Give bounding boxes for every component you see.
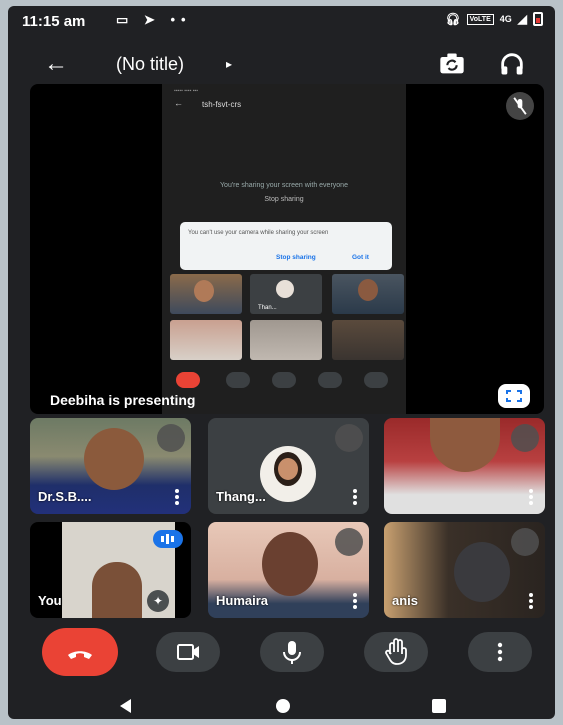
system-icons: 🎧︎ VoLTE 4G ◢ [445, 12, 543, 26]
signal-4g-icon: 4G [499, 14, 512, 24]
more-dots-icon: •• [170, 12, 192, 27]
dialog-got-it: Got it [352, 254, 369, 261]
participant-tile[interactable]: anis [384, 522, 545, 618]
more-options-icon[interactable] [525, 592, 537, 610]
participant-tile-self[interactable]: You ✦ [30, 522, 191, 618]
participant-video [92, 562, 142, 618]
chat-head-icon: ▭ [116, 12, 135, 27]
mirrored-hand [318, 372, 342, 388]
fullscreen-button[interactable] [498, 384, 530, 408]
participant-video [430, 418, 500, 472]
visual-effects-icon[interactable]: ✦ [147, 590, 169, 612]
mic-off-icon [506, 92, 534, 120]
participant-tile[interactable]: Humaira [208, 522, 369, 618]
microphone-button[interactable] [260, 632, 324, 672]
mirrored-end-call [176, 372, 200, 388]
mirrored-thumb: Than... [250, 274, 322, 314]
mic-off-icon [335, 528, 363, 556]
volte-icon: VoLTE [466, 13, 494, 25]
clock: 11:15 am [22, 13, 86, 30]
raise-hand-button[interactable] [364, 632, 428, 672]
speaking-indicator-icon [153, 530, 183, 548]
participant-tile[interactable] [384, 418, 545, 514]
mirrored-thumb-name: Than... [258, 305, 277, 311]
avatar [260, 446, 316, 502]
signal-icon: ◢ [517, 12, 527, 26]
participant-name: Thang... [216, 489, 266, 504]
participant-video [84, 428, 144, 490]
dialog-stop-sharing: Stop sharing [276, 254, 316, 261]
battery-low-icon [533, 12, 543, 26]
mirrored-thumb [170, 320, 242, 360]
participant-video [262, 532, 318, 596]
dialog-message: You can't use your camera while sharing … [188, 230, 329, 236]
mic-off-icon [511, 424, 539, 452]
mirrored-meeting-code: tsh-fsvt-crs [202, 100, 242, 109]
system-nav-bar [8, 692, 555, 719]
nav-home-icon[interactable] [276, 699, 290, 713]
nav-back-icon[interactable] [116, 696, 136, 716]
mirrored-more [364, 372, 388, 388]
audio-output-icon[interactable] [498, 50, 526, 78]
microphone-icon [283, 641, 301, 664]
nav-recents-icon[interactable] [432, 699, 446, 713]
presentation-tile[interactable]: ▪▪▪▪▪ ▪▪▪▪ ▪▪▪ ← tsh-fsvt-crs You're sha… [30, 84, 544, 414]
more-options-icon[interactable] [525, 488, 537, 506]
video-camera-icon [177, 644, 199, 660]
call-controls [8, 628, 555, 682]
title-caret-icon[interactable]: ▸ [226, 57, 232, 71]
more-options-icon[interactable] [349, 592, 361, 610]
participant-tile[interactable]: Dr.S.B.... [30, 418, 191, 514]
notification-icons: ▭ ➤ •• [116, 12, 192, 28]
participant-name: Dr.S.B.... [38, 489, 92, 504]
send-icon: ➤ [143, 12, 161, 27]
back-arrow-icon[interactable]: ← [44, 50, 68, 78]
mirrored-thumb [170, 274, 242, 314]
shared-screen: ▪▪▪▪▪ ▪▪▪▪ ▪▪▪ ← tsh-fsvt-crs You're sha… [162, 84, 406, 414]
fullscreen-icon [506, 390, 522, 402]
participant-video [454, 542, 510, 602]
more-options-icon[interactable] [171, 488, 183, 506]
mic-off-icon [335, 424, 363, 452]
mirrored-thumb [250, 320, 322, 360]
camera-dialog: You can't use your camera while sharing … [180, 222, 392, 270]
participant-name: anis [392, 593, 419, 608]
status-bar: 11:15 am ▭ ➤ •• 🎧︎ VoLTE 4G ◢ [8, 6, 555, 36]
mirrored-thumb [332, 320, 404, 360]
headset-icon: 🎧︎ [445, 12, 461, 26]
sharing-message: You're sharing your screen with everyone [220, 182, 348, 189]
mirrored-back-icon: ← [174, 98, 183, 108]
presenting-label: Deebiha is presenting [50, 392, 196, 408]
mirrored-mic-off [272, 372, 296, 388]
more-vertical-icon [497, 642, 503, 662]
mirrored-thumb [332, 274, 404, 314]
meeting-header: ← (No title) ▸ [8, 42, 555, 88]
participant-name: You [38, 593, 62, 608]
mirrored-status-bar: ▪▪▪▪▪ ▪▪▪▪ ▪▪▪ [174, 88, 199, 94]
switch-camera-icon[interactable] [438, 50, 466, 78]
raise-hand-icon [385, 638, 407, 665]
mic-off-icon [511, 528, 539, 556]
meeting-title[interactable]: (No title) [116, 54, 184, 75]
more-options-button[interactable] [468, 632, 532, 672]
more-options-icon[interactable] [349, 488, 361, 506]
meet-screen: 11:15 am ▭ ➤ •• 🎧︎ VoLTE 4G ◢ ← (No titl… [8, 6, 555, 719]
mic-off-icon [157, 424, 185, 452]
end-call-icon [68, 651, 92, 659]
camera-button[interactable] [156, 632, 220, 672]
mirrored-stop-sharing: Stop sharing [264, 196, 304, 203]
end-call-button[interactable] [42, 628, 118, 676]
mirrored-camera-off [226, 372, 250, 388]
participant-tile[interactable]: Thang... [208, 418, 369, 514]
participant-name: Humaira [216, 593, 269, 608]
